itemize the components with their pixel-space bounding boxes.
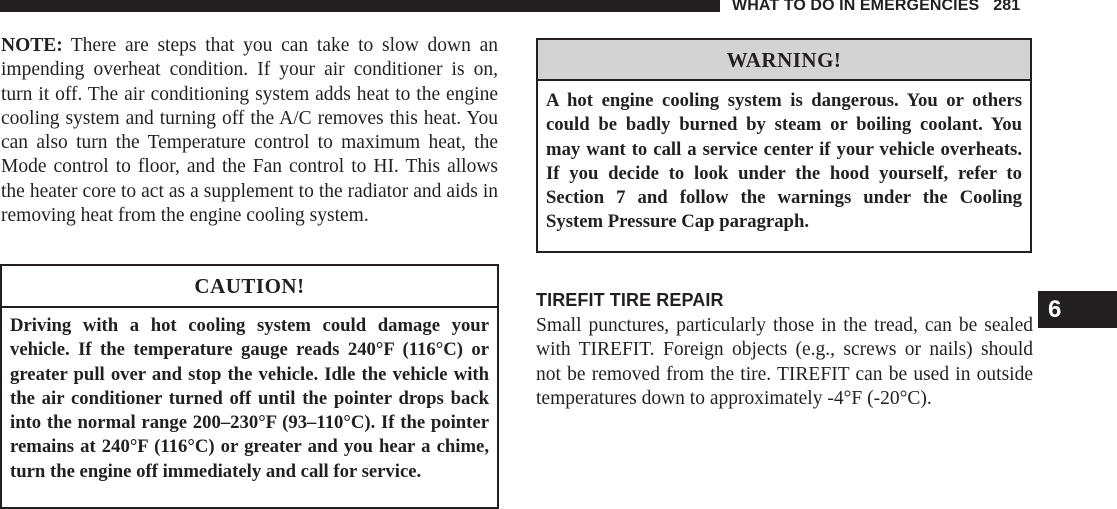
page-number: 281 [993, 0, 1021, 14]
warning-text: A hot engine cooling system is dangerous… [546, 90, 1022, 233]
caution-title: CAUTION! [2, 266, 497, 308]
caution-box: CAUTION! Driving with a hot cooling syst… [0, 264, 499, 509]
running-head-title: WHAT TO DO IN EMERGENCIES [732, 0, 980, 14]
note-paragraph: NOTE: There are steps that you can take t… [1, 34, 498, 228]
note-text: There are steps that you can take to slo… [1, 35, 498, 227]
header-bar [0, 0, 720, 12]
warning-title: WARNING! [538, 40, 1030, 81]
note-label: NOTE: [1, 35, 63, 56]
section-tab: 6 [1038, 291, 1117, 328]
caution-text: Driving with a hot cooling system could … [10, 315, 489, 482]
tirefit-heading: TIREFIT TIRE REPAIR [536, 290, 724, 310]
warning-box: WARNING! A hot engine cooling system is … [536, 38, 1032, 253]
tirefit-paragraph: Small punctures, particularly those in t… [536, 315, 1033, 409]
running-head: WHAT TO DO IN EMERGENCIES 281 [732, 0, 1020, 15]
